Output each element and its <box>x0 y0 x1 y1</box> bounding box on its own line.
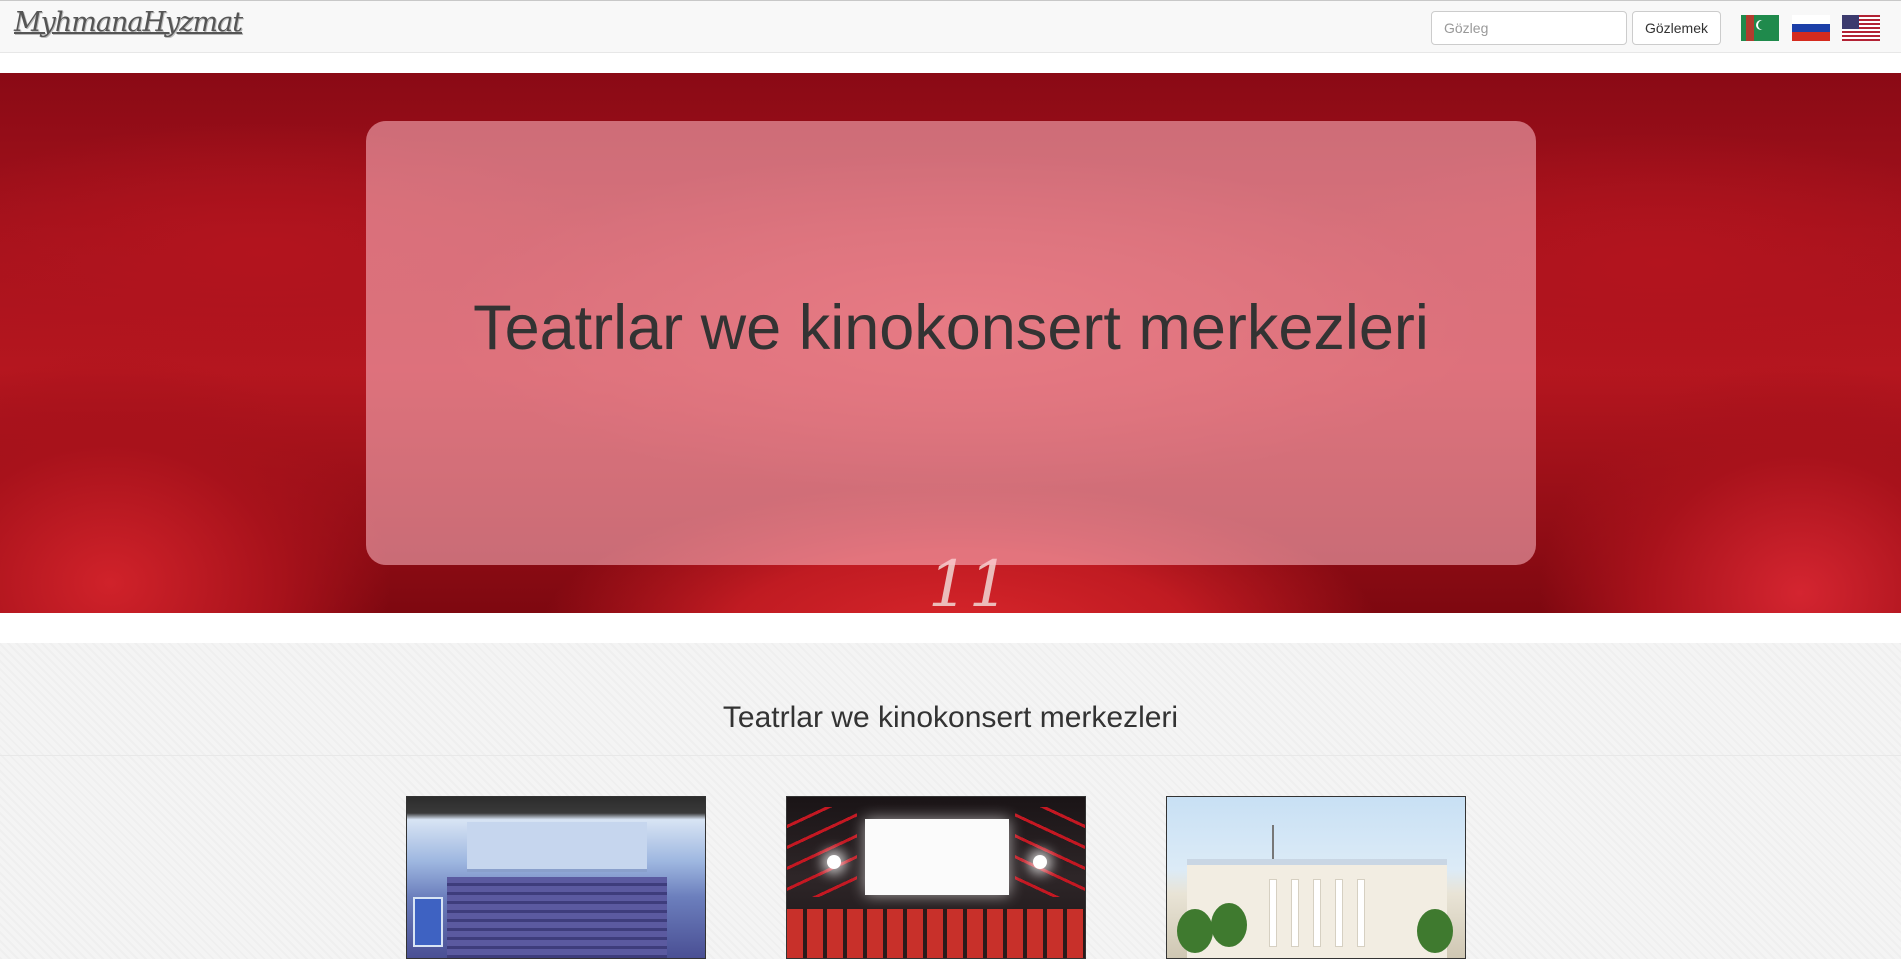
cinema-screen <box>865 819 1009 895</box>
building-column <box>1291 879 1299 947</box>
spotlight <box>827 855 841 869</box>
flag-band-white <box>1792 15 1830 24</box>
search-button[interactable]: Gözlemek <box>1632 11 1721 45</box>
venues-section: Teatrlar we kinokonsert merkezleri <box>0 643 1901 959</box>
wall-light-strips <box>1015 807 1085 897</box>
hero-banner: 11 Teatrlar we kinokonsert merkezleri <box>0 73 1901 613</box>
flag-crescent <box>1758 20 1768 30</box>
hall-back-wall <box>467 822 647 872</box>
tree <box>1211 903 1247 947</box>
hall-door <box>413 897 443 947</box>
wall-light-strips <box>787 807 857 897</box>
building-column <box>1269 879 1277 947</box>
tree <box>1177 909 1213 953</box>
turkmenistan-flag-icon[interactable] <box>1741 15 1779 41</box>
cinema-screen-image[interactable] <box>786 796 1086 959</box>
flag-band-red <box>1792 32 1830 41</box>
flag-stripe <box>1746 15 1754 41</box>
building-column <box>1313 879 1321 947</box>
brand-logo[interactable]: MyhmanaHyzmat <box>14 7 243 38</box>
theater-hall-image[interactable] <box>406 796 706 959</box>
tree <box>1417 909 1453 953</box>
navbar: MyhmanaHyzmat Gözlemek <box>0 0 1901 53</box>
flag-band-blue <box>1792 23 1830 33</box>
section-title: Teatrlar we kinokonsert merkezleri <box>722 701 1179 734</box>
section-divider <box>0 755 1901 756</box>
spotlight <box>1033 855 1047 869</box>
hero-title: Teatrlar we kinokonsert merkezleri <box>473 293 1429 363</box>
hero-overlay: Teatrlar we kinokonsert merkezleri <box>366 121 1536 565</box>
search-input[interactable] <box>1431 11 1627 45</box>
flagpole <box>1272 825 1274 861</box>
concert-building-image[interactable] <box>1166 796 1466 959</box>
hall-seats <box>447 877 667 958</box>
cinema-seats <box>787 909 1085 958</box>
building-column <box>1357 879 1365 947</box>
usa-flag-icon[interactable] <box>1842 15 1880 41</box>
russia-flag-icon[interactable] <box>1792 15 1830 41</box>
flag-canton <box>1842 15 1859 29</box>
building-column <box>1335 879 1343 947</box>
